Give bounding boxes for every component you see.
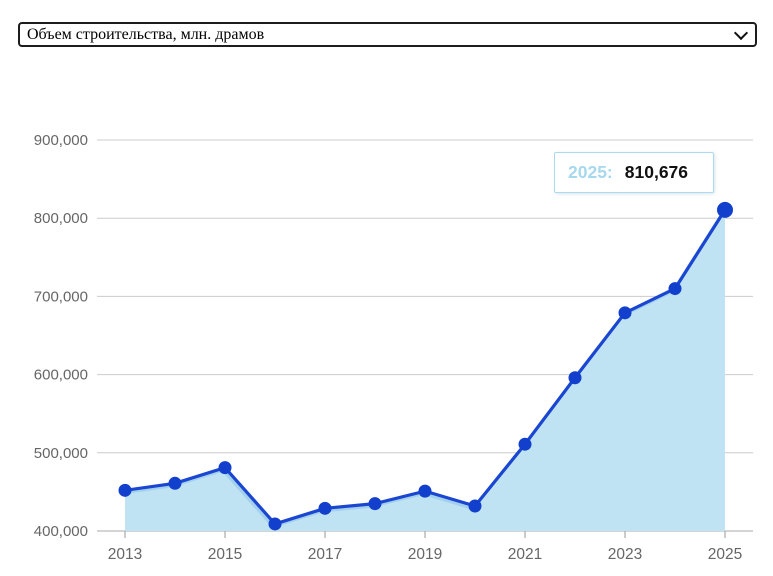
x-tick-label: 2019	[408, 546, 442, 563]
area-fill	[125, 210, 725, 531]
data-point-2021[interactable]	[519, 438, 532, 451]
y-tick-label: 600,000	[34, 367, 88, 384]
data-point-2013[interactable]	[119, 484, 132, 497]
x-tick-label: 2023	[608, 546, 642, 563]
y-tick-label: 900,000	[34, 132, 88, 149]
x-axis-ticks	[125, 532, 725, 539]
data-point-2015[interactable]	[219, 461, 232, 474]
x-axis-labels: 2013 2015 2017 2019 2021 2023 2025	[108, 546, 742, 563]
y-axis-labels: 400,000 500,000 600,000 700,000 800,000 900,0…	[34, 132, 88, 540]
y-tick-label: 500,000	[34, 445, 88, 462]
data-point-2023[interactable]	[619, 306, 632, 319]
x-tick-label: 2013	[108, 546, 142, 563]
data-point-2018[interactable]	[369, 497, 382, 510]
data-point-2017[interactable]	[319, 502, 332, 515]
data-point-2022[interactable]	[569, 371, 582, 384]
data-point-2020[interactable]	[469, 499, 482, 512]
x-tick-label: 2015	[208, 546, 242, 563]
tooltip-value: 810,676	[625, 162, 688, 183]
data-point-2024[interactable]	[669, 282, 682, 295]
tooltip-year-label: 2025:	[568, 162, 613, 183]
y-tick-label: 700,000	[34, 288, 88, 305]
data-point-2019[interactable]	[419, 485, 432, 498]
y-tick-label: 400,000	[34, 523, 88, 540]
data-point-2016[interactable]	[269, 517, 282, 530]
data-point-2014[interactable]	[169, 477, 182, 490]
page: { "select": { "value": "Объем строительс…	[0, 0, 773, 576]
area-chart: 400,000 500,000 600,000 700,000 800,000 900,0…	[0, 0, 773, 576]
x-tick-label: 2017	[308, 546, 342, 563]
series-area	[125, 210, 725, 531]
tooltip: 2025: 810,676	[554, 152, 714, 193]
x-tick-label: 2021	[508, 546, 542, 563]
x-tick-label: 2025	[708, 546, 742, 563]
y-tick-label: 800,000	[34, 210, 88, 227]
data-point-2025[interactable]	[717, 202, 733, 218]
